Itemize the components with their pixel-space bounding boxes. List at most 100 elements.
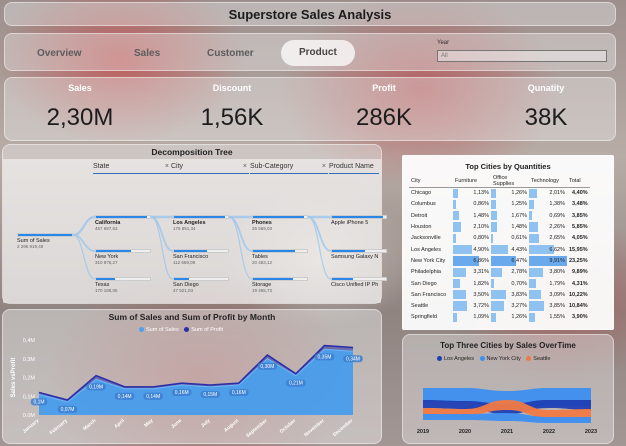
percent-cell: 1,38% xyxy=(529,199,567,210)
node-bar-fill xyxy=(96,278,116,280)
tree-link xyxy=(72,215,96,237)
tree-root-node[interactable]: Sum of Sales 2 296 919,49 xyxy=(17,233,73,249)
node-bar-fill xyxy=(174,278,189,280)
tab-product[interactable]: Product xyxy=(281,40,355,66)
close-icon[interactable]: × xyxy=(165,163,169,170)
table-row[interactable]: Springfield 1,09% 1,26% 1,55% 3,90% xyxy=(409,312,590,323)
column-header[interactable]: Furniture xyxy=(453,175,491,188)
tree-node[interactable]: San Francisco 112 669,09 xyxy=(173,249,229,265)
title-panel: Superstore Sales Analysis xyxy=(4,2,616,26)
node-bar xyxy=(95,249,151,253)
table-row[interactable]: New York City 6,86% 6,47% 9,91% 23,25% xyxy=(409,255,590,266)
tree-node[interactable]: Phones 25 569,03 xyxy=(252,215,308,231)
percent-cell: 0,69% xyxy=(529,210,567,221)
kpi-discount: Discount 1,56K xyxy=(157,78,307,142)
percent-value: 1,25% xyxy=(511,201,527,208)
tab-overview[interactable]: Overview xyxy=(37,48,81,59)
close-icon[interactable]: × xyxy=(322,163,326,170)
kpi-value: 38K xyxy=(524,104,568,131)
data-bar xyxy=(529,189,537,198)
percent-value: 1,48% xyxy=(473,212,489,219)
node-value: 170 188,05 xyxy=(95,288,118,293)
x-tick-label: 2022 xyxy=(543,429,555,435)
node-label: Apple iPhone 5 xyxy=(331,220,369,226)
table-row[interactable]: Chicago 1,13% 1,26% 2,01% 4,40% xyxy=(409,188,590,199)
column-header[interactable]: Technology xyxy=(529,175,567,188)
percent-cell: 1,82% xyxy=(453,278,491,289)
percent-value: 0,69% xyxy=(549,212,565,219)
node-bar xyxy=(252,277,308,281)
tree-node[interactable]: Los Angeles 175 851,34 xyxy=(173,215,229,231)
table-row[interactable]: Jacksonville 0,80% 0,61% 2,65% 4,05% xyxy=(409,233,590,244)
total-cell: 10,84% xyxy=(569,303,588,310)
top-three-cities-panel: Top Three Cities by Sales OverTime Los A… xyxy=(402,334,614,444)
column-label: Product Name xyxy=(329,163,374,170)
data-bar xyxy=(491,233,494,243)
percent-cell: 2,10% xyxy=(453,221,491,232)
tab-sales[interactable]: Sales xyxy=(134,48,160,59)
tree-column-product[interactable]: Product Name xyxy=(329,163,379,174)
percent-cell: 3,50% xyxy=(453,289,491,300)
node-value: 19 465,73 xyxy=(252,288,273,293)
x-tick-label: March xyxy=(82,418,97,432)
tree-node[interactable]: Cisco Unified IP Ph xyxy=(331,277,387,288)
tree-column-subcategory[interactable]: Sub-Category × xyxy=(250,163,328,174)
tree-node[interactable]: Apple iPhone 5 xyxy=(331,215,387,226)
node-bar xyxy=(252,249,308,253)
percent-value: 0,61% xyxy=(511,235,527,242)
kpi-profit: Profit 286K xyxy=(309,78,459,142)
column-header[interactable]: Total xyxy=(567,175,590,188)
city-cell: Philadelphia xyxy=(411,269,441,276)
tree-node[interactable]: California 457 687,63 xyxy=(95,215,151,231)
tree-node[interactable]: Tables 20 483,12 xyxy=(252,249,308,265)
table-row[interactable]: Houston 2,10% 1,48% 2,26% 5,85% xyxy=(409,221,590,232)
table-row[interactable]: San Francisco 3,50% 3,83% 3,09% 10,22% xyxy=(409,289,590,300)
table-row[interactable]: Los Angeles 4,90% 4,43% 6,62% 15,95% xyxy=(409,244,590,255)
year-filter-dropdown[interactable]: All xyxy=(437,50,607,62)
total-cell: 3,48% xyxy=(572,201,588,208)
tab-customer[interactable]: Customer xyxy=(207,48,254,59)
percent-value: 2,78% xyxy=(511,269,527,276)
tree-node[interactable]: Samsung Galaxy N xyxy=(331,249,387,260)
total-cell: 9,89% xyxy=(572,269,588,276)
tree-node[interactable]: Texas 170 188,05 xyxy=(95,277,151,293)
tree-node[interactable]: New York 310 876,27 xyxy=(95,249,151,265)
percent-value: 1,79% xyxy=(549,280,565,287)
node-bar xyxy=(331,215,387,219)
x-tick-label: September xyxy=(245,418,269,439)
tree-column-state[interactable]: State × xyxy=(93,163,171,174)
node-bar-fill xyxy=(174,216,226,218)
table-row[interactable]: Columbus 0,86% 1,25% 1,38% 3,48% xyxy=(409,199,590,210)
percent-value: 2,26% xyxy=(549,224,565,231)
decomposition-tree[interactable]: State × City × Sub-Category × Product Name … xyxy=(3,159,387,303)
node-value: 112 669,09 xyxy=(173,260,196,265)
x-tick-label: January xyxy=(22,418,41,435)
percent-cell: 6,86% xyxy=(453,255,491,266)
tree-column-city[interactable]: City × xyxy=(171,163,249,174)
top-cities-title: Top Cities by Quantities xyxy=(465,162,551,171)
line-chart[interactable]: 0,0M0,1M0,2M0,3M0,4MSales vsProfit0,1M0,… xyxy=(3,310,381,445)
table-row[interactable]: Seattle 3,72% 3,27% 3,85% 10,84% xyxy=(409,300,590,311)
close-icon[interactable]: × xyxy=(243,163,247,170)
data-bar xyxy=(529,233,540,243)
column-header[interactable]: City xyxy=(409,175,453,188)
percent-cell: 4,90% xyxy=(453,244,491,255)
stream-chart[interactable]: 2019 2020 2021 2022 2023 xyxy=(403,335,615,445)
top-cities-table: City Furniture Office Supplies Technolog… xyxy=(409,175,590,323)
percent-cell: 1,48% xyxy=(453,210,491,221)
percent-value: 1,26% xyxy=(511,190,527,197)
tree-node[interactable]: Storage 19 465,73 xyxy=(252,277,308,293)
node-value: 20 483,12 xyxy=(252,260,273,265)
percent-cell: 1,26% xyxy=(491,188,529,199)
percent-cell: 3,83% xyxy=(491,289,529,300)
percent-cell: 2,65% xyxy=(529,233,567,244)
column-header[interactable]: Office Supplies xyxy=(491,175,529,188)
node-bar-fill xyxy=(253,216,305,218)
tree-node[interactable]: San Diego 47 521,03 xyxy=(173,277,229,293)
table-row[interactable]: Detroit 1,48% 1,67% 0,69% 3,85% xyxy=(409,210,590,221)
table-row[interactable]: San Diego 1,82% 0,70% 1,79% 4,31% xyxy=(409,278,590,289)
node-label: Samsung Galaxy N xyxy=(331,254,379,260)
table-row[interactable]: Philadelphia 3,31% 2,78% 3,80% 9,89% xyxy=(409,267,590,278)
node-bar xyxy=(173,277,229,281)
percent-value: 3,09% xyxy=(549,291,565,298)
